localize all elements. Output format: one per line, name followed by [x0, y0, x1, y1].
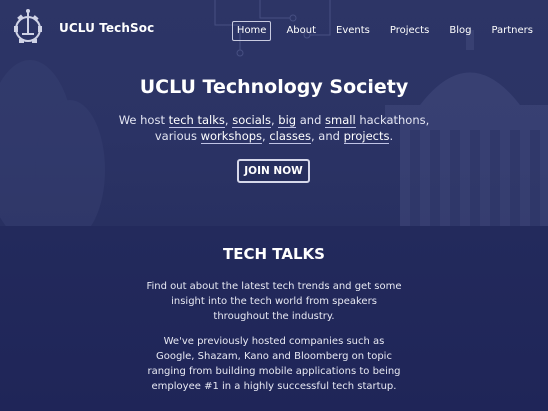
link-small[interactable]: small	[325, 113, 356, 128]
nav-blog[interactable]: Blog	[444, 21, 476, 41]
hero-text: .	[389, 129, 394, 143]
nav-projects[interactable]: Projects	[385, 21, 434, 41]
circuit-gear-logo-icon[interactable]	[7, 6, 49, 48]
section-title: TECH TALKS	[223, 245, 325, 263]
hero-text: and	[296, 113, 326, 127]
nav-partners[interactable]: Partners	[486, 21, 538, 41]
hero-title: UCLU Technology Society	[139, 76, 409, 98]
hero-text: , and	[310, 129, 344, 143]
link-classes[interactable]: classes	[269, 129, 311, 144]
hero-text: We host	[118, 113, 169, 127]
link-projects[interactable]: projects	[343, 129, 390, 144]
join-now-button[interactable]: JOIN NOW	[237, 159, 310, 183]
tech-talks-intro: Find out about the latest tech trends an…	[146, 281, 402, 322]
link-big[interactable]: big	[278, 113, 297, 128]
tech-talks-history: We've previously hosted companies such a…	[147, 336, 401, 392]
nav-home[interactable]: Home	[231, 21, 272, 41]
main-nav: Home About Events Projects Blog Partners	[222, 21, 538, 41]
link-tech-talks[interactable]: tech talks	[168, 113, 225, 128]
hero-description: We host tech talks, socials, big and sma…	[100, 112, 448, 144]
hero-section: UCLU TechSoc Home About Events Projects …	[0, 0, 548, 226]
brand-name[interactable]: UCLU TechSoc	[59, 21, 154, 35]
nav-events[interactable]: Events	[331, 21, 375, 41]
nav-about[interactable]: About	[281, 21, 321, 41]
link-workshops[interactable]: workshops	[200, 129, 263, 144]
link-socials[interactable]: socials	[232, 113, 271, 128]
